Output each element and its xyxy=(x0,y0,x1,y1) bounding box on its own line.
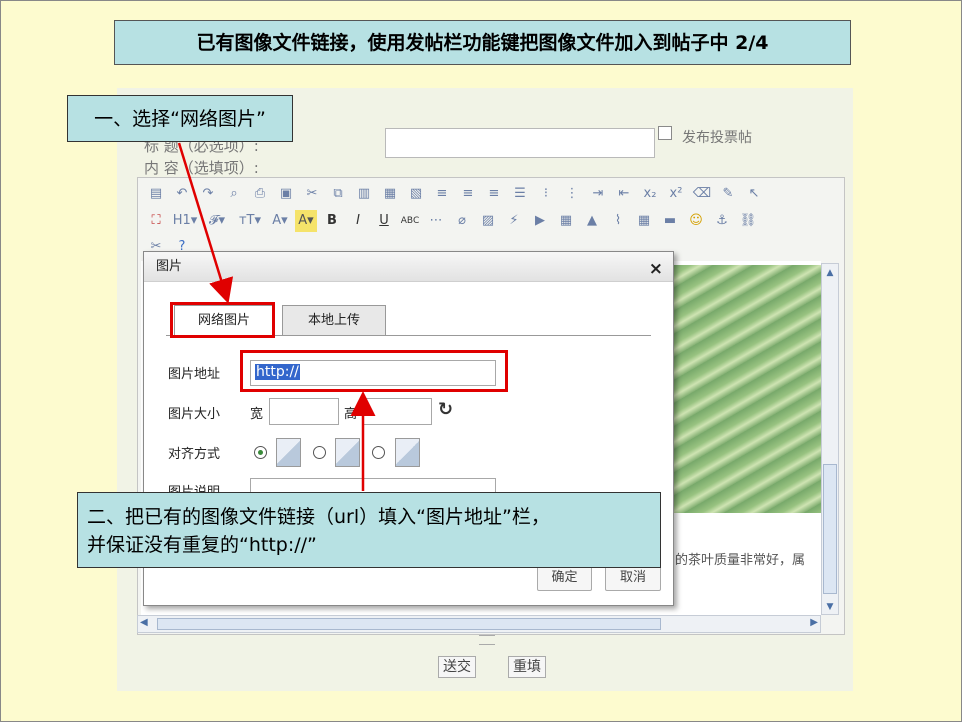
arrow-to-network-tab xyxy=(177,142,234,304)
callout-step2: 二、把已有的图像文件链接（url）填入“图片地址”栏， 并保证没有重复的“htt… xyxy=(77,492,661,568)
callout-step2-line2: 并保证没有重复的“http://” xyxy=(87,534,317,556)
callout-step1: 一、选择“网络图片” xyxy=(67,95,293,142)
callout-step2-line1: 二、把已有的图像文件链接（url）填入“图片地址”栏， xyxy=(87,506,550,528)
